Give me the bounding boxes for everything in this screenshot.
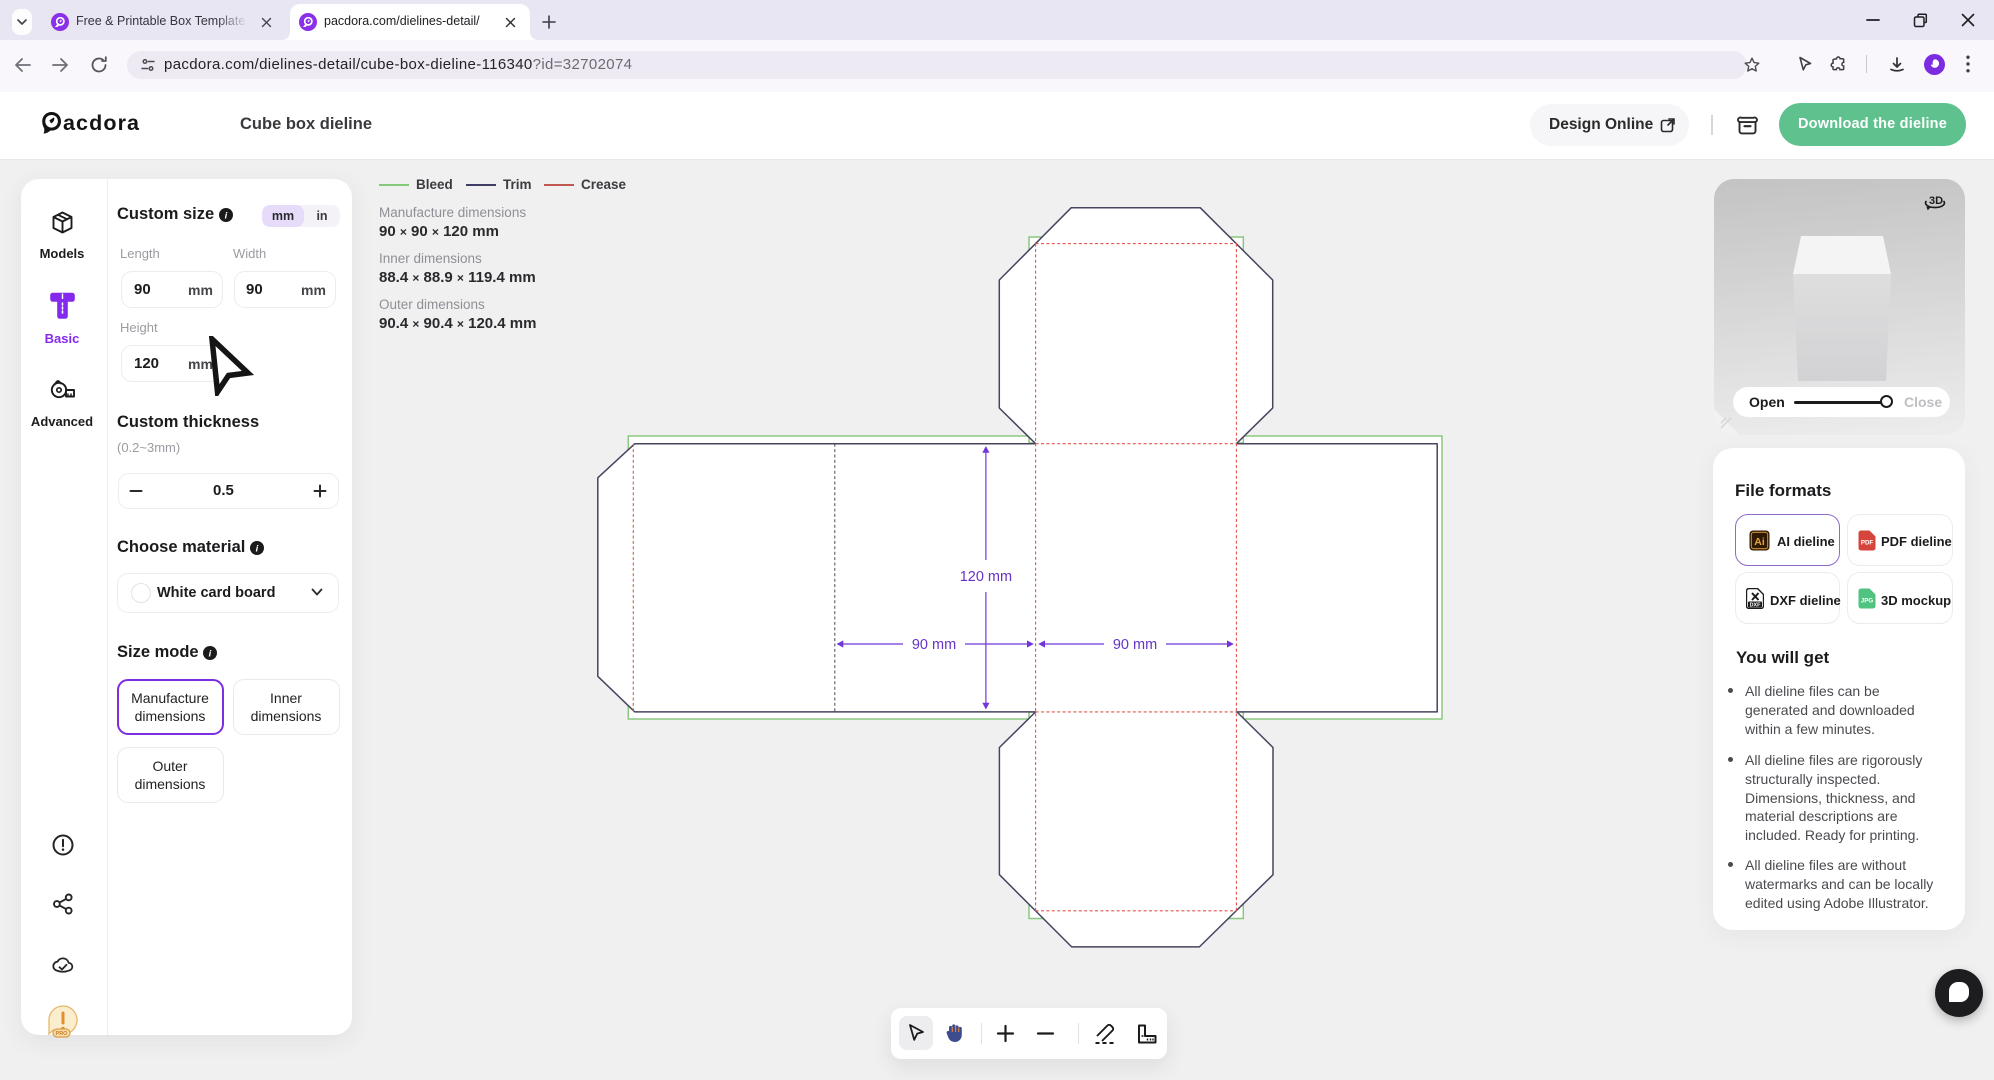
svg-text:PDF: PDF bbox=[1861, 540, 1874, 547]
svg-text:DXF: DXF bbox=[1750, 602, 1761, 608]
svg-text:JPG: JPG bbox=[1861, 598, 1874, 605]
svg-text:PRO: PRO bbox=[56, 1031, 69, 1037]
svg-text:120 mm: 120 mm bbox=[960, 569, 1012, 585]
svg-text:i: i bbox=[225, 210, 228, 221]
svg-text:i: i bbox=[256, 543, 259, 554]
svg-text:Ai: Ai bbox=[1754, 536, 1765, 548]
svg-text:90 mm: 90 mm bbox=[1113, 637, 1157, 653]
svg-text:i: i bbox=[209, 648, 212, 659]
svg-text:3D: 3D bbox=[1929, 195, 1943, 207]
svg-text:90 mm: 90 mm bbox=[912, 637, 956, 653]
svg-text:acdora: acdora bbox=[63, 111, 140, 135]
